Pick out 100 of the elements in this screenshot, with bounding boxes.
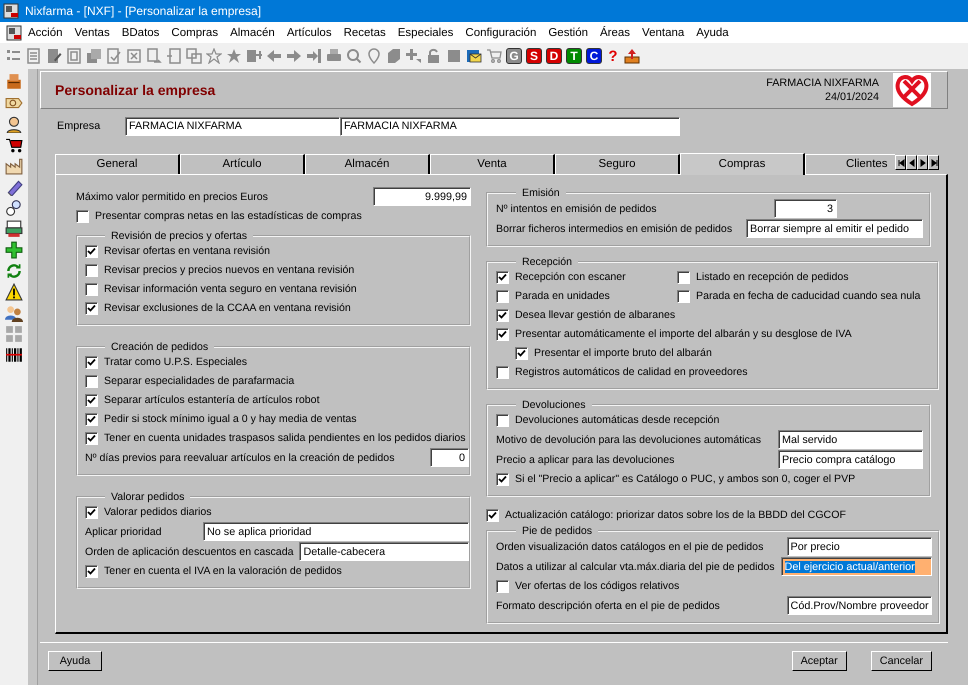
- eraser-icon[interactable]: [5, 178, 23, 196]
- people-icon[interactable]: [5, 304, 23, 322]
- checkbox[interactable]: [496, 308, 509, 322]
- menu-item[interactable]: Recetas: [338, 26, 392, 38]
- menu-item[interactable]: Ventana: [636, 26, 690, 38]
- star-icon[interactable]: [226, 48, 242, 64]
- toolbar-button[interactable]: T: [566, 48, 582, 64]
- document-icon[interactable]: [166, 48, 182, 64]
- printer-icon[interactable]: [5, 220, 23, 238]
- tab[interactable]: Seguro: [555, 154, 680, 174]
- checkbox[interactable]: [515, 346, 528, 360]
- factory-icon[interactable]: [5, 157, 23, 175]
- toolbar-button[interactable]: C: [586, 48, 602, 64]
- cash-register-icon[interactable]: [5, 73, 23, 91]
- checkbox[interactable]: [85, 374, 98, 388]
- exit-icon[interactable]: [306, 48, 322, 64]
- menu-item[interactable]: Gestión: [542, 26, 594, 38]
- input-field[interactable]: Precio compra catálogo: [778, 450, 923, 470]
- input-field[interactable]: No se aplica prioridad: [203, 522, 469, 542]
- tab[interactable]: Compras: [680, 152, 805, 175]
- location-pin-icon[interactable]: [366, 48, 382, 64]
- checkbox[interactable]: [76, 210, 89, 223]
- checkbox[interactable]: [496, 290, 509, 303]
- dialog-button[interactable]: Ayuda: [48, 650, 102, 671]
- tab-scroll-button[interactable]: [928, 155, 939, 170]
- checkbox[interactable]: [677, 290, 690, 303]
- dialog-button[interactable]: Cancelar: [870, 650, 932, 671]
- upload-icon[interactable]: [624, 48, 640, 64]
- input-field[interactable]: 3: [774, 199, 837, 218]
- checkbox[interactable]: [85, 302, 98, 315]
- shape-icon[interactable]: [386, 48, 402, 64]
- checkbox[interactable]: [496, 328, 509, 341]
- plus-icon[interactable]: [5, 241, 23, 259]
- tab[interactable]: Clientes: [805, 154, 895, 174]
- dialog-button[interactable]: Aceptar: [792, 650, 847, 671]
- menu-item[interactable]: Configuración: [459, 26, 542, 38]
- document-arrow-icon[interactable]: [146, 48, 162, 64]
- document-add-icon[interactable]: [246, 48, 262, 64]
- checkbox[interactable]: [85, 394, 98, 407]
- arrow-right-icon[interactable]: [286, 48, 302, 64]
- input-field[interactable]: 0: [430, 448, 469, 468]
- input-field[interactable]: 9.999,99: [373, 187, 471, 206]
- person-icon[interactable]: [5, 115, 23, 133]
- menu-item[interactable]: Compras: [165, 26, 224, 38]
- tab[interactable]: Artículo: [180, 154, 305, 174]
- tab[interactable]: Almacén: [305, 154, 430, 174]
- checkbox[interactable]: [85, 264, 98, 277]
- checkbox[interactable]: [486, 508, 499, 522]
- checkbox[interactable]: [85, 564, 98, 578]
- checkbox[interactable]: [85, 356, 98, 369]
- menu-item[interactable]: Ventas: [68, 26, 116, 38]
- help-button[interactable]: ?: [606, 48, 620, 64]
- refresh-icon[interactable]: [5, 262, 23, 280]
- tab-scroll-button[interactable]: [906, 155, 917, 170]
- checkbox[interactable]: [496, 366, 509, 379]
- checkbox[interactable]: [496, 270, 509, 284]
- checkbox[interactable]: [677, 270, 690, 284]
- tab-scroll-button[interactable]: [895, 155, 906, 170]
- menu-item[interactable]: Almacén: [224, 26, 281, 38]
- lock-icon[interactable]: [426, 48, 442, 64]
- document-check-icon[interactable]: [106, 48, 122, 64]
- input-field[interactable]: FARMACIA NIXFARMA: [125, 116, 340, 136]
- checkbox[interactable]: [496, 472, 509, 486]
- checkbox[interactable]: [85, 412, 98, 426]
- input-field[interactable]: FARMACIA NIXFARMA: [340, 116, 680, 136]
- input-field[interactable]: Del ejercicio actual/anterior: [780, 557, 932, 576]
- menu-item[interactable]: Artículos: [280, 26, 338, 38]
- tab-scroll-button[interactable]: [917, 155, 928, 170]
- tab[interactable]: Venta: [430, 154, 555, 174]
- search-icon[interactable]: [346, 48, 362, 64]
- plus-icon[interactable]: [406, 48, 422, 64]
- warning-icon[interactable]: [5, 283, 23, 301]
- menu-item[interactable]: Ayuda: [690, 26, 735, 38]
- checkbox[interactable]: [85, 282, 98, 296]
- star-icon[interactable]: [206, 48, 222, 64]
- menu-item[interactable]: Especiales: [392, 26, 460, 38]
- close-box-icon[interactable]: [126, 48, 142, 64]
- arrow-left-icon[interactable]: [266, 48, 282, 64]
- toolbar-button[interactable]: S: [526, 48, 542, 64]
- document-icon[interactable]: [26, 48, 42, 64]
- document-edit-icon[interactable]: [46, 48, 62, 64]
- checkbox[interactable]: [85, 506, 98, 519]
- frame-icon[interactable]: [66, 48, 82, 64]
- stack-icon[interactable]: [86, 48, 102, 64]
- copy-icon[interactable]: [186, 48, 202, 64]
- menu-item[interactable]: BDatos: [116, 26, 166, 38]
- menu-item[interactable]: Áreas: [594, 26, 636, 38]
- menu-item[interactable]: Acción: [22, 26, 69, 38]
- input-field[interactable]: Por precio: [786, 537, 932, 556]
- cart-icon[interactable]: [5, 136, 23, 154]
- input-field[interactable]: Mal servido: [778, 430, 923, 450]
- input-field[interactable]: Detalle-cabecera: [299, 542, 469, 562]
- input-field[interactable]: Borrar siempre al emitir el pedido: [746, 219, 923, 238]
- mail-icon[interactable]: [466, 48, 482, 64]
- checkbox[interactable]: [85, 432, 98, 445]
- checkbox[interactable]: [496, 414, 509, 427]
- tab[interactable]: General: [55, 154, 180, 174]
- toolbar-button[interactable]: D: [546, 48, 562, 64]
- checkbox[interactable]: [496, 580, 509, 593]
- input-field[interactable]: Cód.Prov/Nombre proveedor: [786, 596, 932, 616]
